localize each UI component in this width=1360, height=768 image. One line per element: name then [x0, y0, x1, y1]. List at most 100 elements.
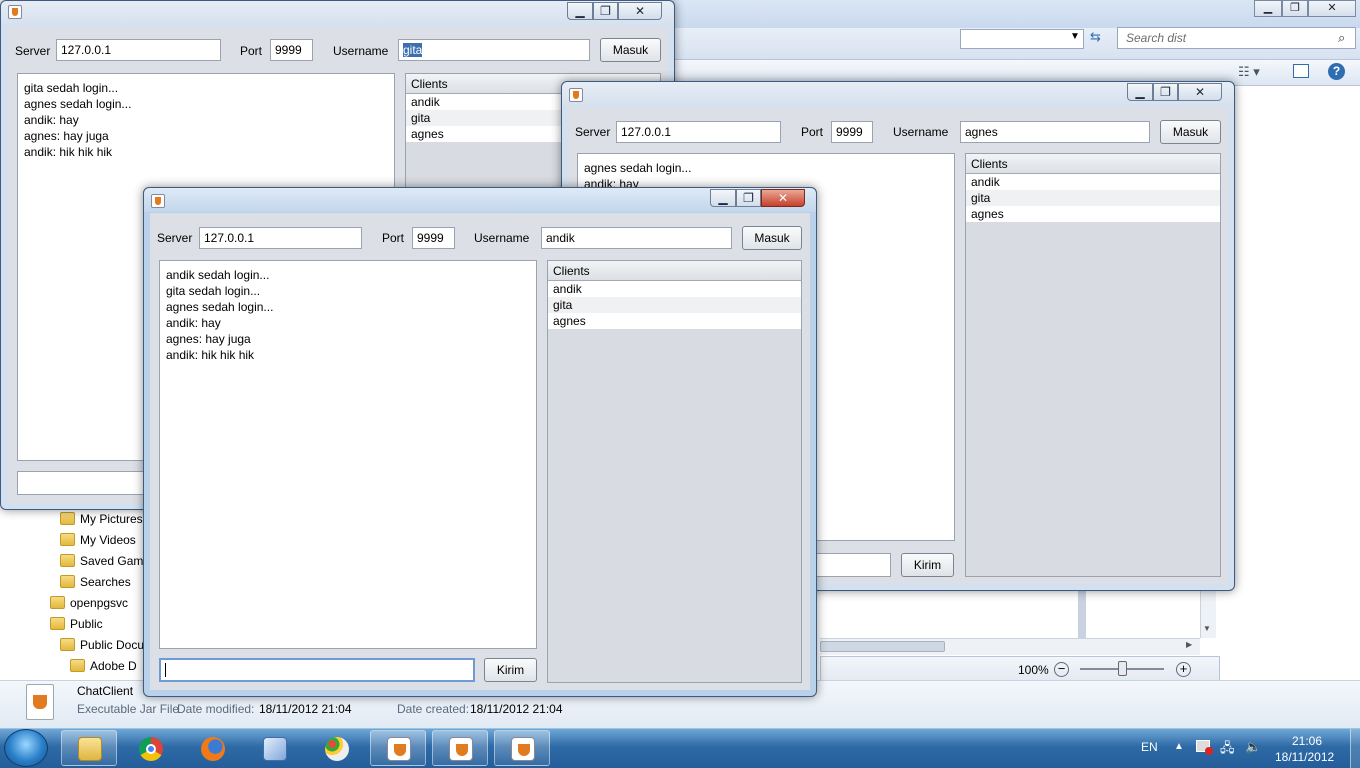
client-item[interactable]: gita: [966, 190, 1220, 206]
nav-tree-users: openpgsvc Public: [50, 593, 128, 633]
close-button[interactable]: ✕: [1178, 83, 1222, 101]
username-label: Username: [333, 44, 389, 58]
chat-message: andik sedah login...: [166, 268, 270, 282]
folder-icon: [70, 659, 85, 672]
tree-item[interactable]: Saved Games: [60, 551, 156, 571]
client-item[interactable]: agnes: [548, 313, 801, 329]
taskbar-explorer-button[interactable]: [61, 730, 117, 766]
folder-icon: [60, 638, 75, 651]
explorer-close-button[interactable]: ✕: [1308, 0, 1356, 17]
zoom-out-icon[interactable]: −: [1054, 662, 1069, 677]
connect-button[interactable]: Masuk: [1160, 120, 1221, 144]
taskbar-java-button[interactable]: [370, 730, 426, 766]
network-icon[interactable]: 🖧: [1220, 739, 1235, 761]
java-icon: [8, 5, 22, 19]
nav-tree: My Pictures My Videos Saved Games Search…: [60, 509, 156, 589]
port-label: Port: [801, 125, 824, 139]
search-folder-icon: [60, 575, 75, 588]
tree-item[interactable]: openpgsvc: [50, 593, 128, 613]
username-input[interactable]: andik: [541, 227, 732, 249]
view-options-icon[interactable]: ☷ ▾: [1238, 64, 1260, 80]
taskbar-firefox-button[interactable]: [184, 730, 240, 766]
server-label: Server: [157, 231, 193, 245]
maximize-button[interactable]: ❐: [736, 189, 761, 207]
taskbar-chrome-button[interactable]: [122, 730, 178, 766]
client-item[interactable]: andik: [966, 174, 1220, 190]
action-center-flag-icon[interactable]: [1196, 740, 1213, 755]
chat-message: agnes sedah login...: [24, 97, 132, 111]
taskbar-java-button[interactable]: [494, 730, 550, 766]
clock-time[interactable]: 21:06: [1292, 734, 1322, 748]
taskbar-paint-button[interactable]: [308, 730, 364, 766]
tree-item[interactable]: My Pictures: [60, 509, 156, 529]
explorer-search-input[interactable]: Search dist: [1117, 27, 1356, 49]
explorer-maximize-button[interactable]: ❐: [1282, 0, 1308, 17]
chat-message: andik: hay: [24, 113, 79, 127]
zoom-slider-thumb[interactable]: [1118, 661, 1127, 676]
explorer-scrollbar[interactable]: [1078, 590, 1086, 638]
close-button[interactable]: ✕: [761, 189, 805, 207]
chat-log: andik sedah login... gita sedah login...…: [159, 260, 537, 649]
clients-list: Clients andik gita agnes: [965, 153, 1221, 577]
explorer-minimize-button[interactable]: ▁: [1254, 0, 1282, 17]
port-input[interactable]: 9999: [270, 39, 313, 61]
java-icon: [449, 737, 473, 761]
maximize-button[interactable]: ❐: [1153, 83, 1178, 101]
explorer-address-input[interactable]: [960, 29, 1084, 49]
port-input[interactable]: 9999: [412, 227, 455, 249]
port-input[interactable]: 9999: [831, 121, 873, 143]
connect-button[interactable]: Masuk: [742, 226, 802, 250]
volume-icon[interactable]: 🔈: [1245, 739, 1261, 755]
username-input[interactable]: agnes: [960, 121, 1150, 143]
connect-button[interactable]: Masuk: [600, 38, 661, 62]
chat-message: agnes sedah login...: [166, 300, 274, 314]
preview-pane-icon[interactable]: [1293, 64, 1309, 78]
send-button[interactable]: Kirim: [901, 553, 954, 577]
details-date-modified-label: Date modified:: [177, 702, 255, 716]
server-input[interactable]: 127.0.0.1: [56, 39, 221, 61]
clients-header: Clients: [548, 261, 801, 281]
chat-message: agnes: hay juga: [166, 332, 251, 346]
show-desktop-button[interactable]: [1350, 729, 1360, 768]
tree-item[interactable]: My Videos: [60, 530, 156, 550]
minimize-button[interactable]: ▁: [1127, 83, 1153, 101]
scroll-right-icon[interactable]: ▶: [1186, 640, 1192, 649]
details-file-name: ChatClient: [77, 684, 134, 698]
hscroll-thumb[interactable]: [820, 641, 945, 652]
taskbar-java-button[interactable]: [432, 730, 488, 766]
folder-icon: [50, 617, 65, 630]
message-input[interactable]: [159, 658, 475, 682]
maximize-button[interactable]: ❐: [593, 2, 618, 20]
scroll-down-icon[interactable]: ▼: [1203, 624, 1211, 633]
client-item[interactable]: agnes: [966, 206, 1220, 222]
folder-icon: [60, 554, 75, 567]
zoom-in-icon[interactable]: +: [1176, 662, 1191, 677]
chevron-down-icon[interactable]: ▼: [1070, 31, 1080, 42]
server-input[interactable]: 127.0.0.1: [199, 227, 362, 249]
refresh-icon[interactable]: ⇆: [1090, 29, 1101, 45]
minimize-button[interactable]: ▁: [710, 189, 736, 207]
firefox-icon: [201, 737, 225, 761]
help-icon[interactable]: ?: [1328, 63, 1345, 80]
chat-message: gita sedah login...: [166, 284, 261, 298]
send-button[interactable]: Kirim: [484, 658, 537, 682]
minimize-button[interactable]: ▁: [567, 2, 593, 20]
taskbar-virtualbox-button[interactable]: [246, 730, 302, 766]
tree-item[interactable]: Public: [50, 614, 128, 634]
tree-item[interactable]: Searches: [60, 572, 156, 592]
windows-start-icon[interactable]: [4, 729, 48, 767]
server-label: Server: [575, 125, 611, 139]
java-icon: [151, 194, 165, 208]
client-item[interactable]: andik: [548, 281, 801, 297]
chat-message: andik: hik hik hik: [24, 145, 113, 159]
server-label: Server: [15, 44, 51, 58]
search-icon[interactable]: ⌕: [1338, 30, 1345, 46]
close-button[interactable]: ✕: [618, 2, 662, 20]
show-hidden-icons-icon[interactable]: ▲: [1174, 741, 1184, 752]
clock-date[interactable]: 18/11/2012: [1275, 750, 1334, 764]
client-item[interactable]: gita: [548, 297, 801, 313]
username-input[interactable]: gita: [398, 39, 590, 61]
language-indicator[interactable]: EN: [1141, 740, 1158, 754]
chat-window-andik: ▁ ❐ ✕ Server 127.0.0.1 Port 9999 Usernam…: [143, 187, 817, 697]
server-input[interactable]: 127.0.0.1: [616, 121, 781, 143]
